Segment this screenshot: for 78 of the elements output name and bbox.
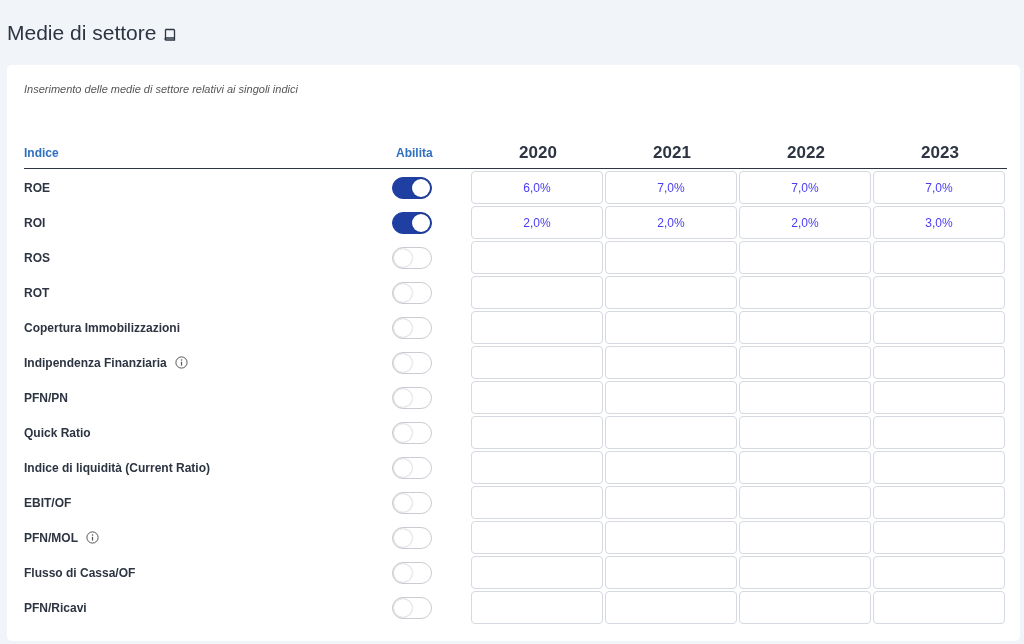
value-input[interactable]: 7,0% [873,171,1005,204]
value-input[interactable] [873,556,1005,589]
value-input[interactable] [471,556,603,589]
value-input[interactable] [739,416,871,449]
value-input[interactable] [739,591,871,624]
index-label: Quick Ratio [24,425,91,440]
year-header: 2022 [787,143,825,163]
index-label: Indice di liquidità (Current Ratio) [24,460,210,475]
index-label: EBIT/OF [24,495,72,510]
value-input[interactable] [739,241,871,274]
value-input[interactable] [873,486,1005,519]
index-label: PFN/Ricavi [24,600,87,615]
toggle-switch[interactable] [392,176,432,199]
value-input[interactable] [873,521,1005,554]
value-input[interactable] [873,241,1005,274]
value-input[interactable]: 7,0% [739,171,871,204]
index-label: ROI [24,215,46,230]
value-input[interactable] [605,486,737,519]
value-input[interactable]: 2,0% [605,206,737,239]
value-input[interactable] [471,346,603,379]
value-input[interactable] [873,451,1005,484]
value-input[interactable] [739,346,871,379]
value-input[interactable] [605,381,737,414]
value-input[interactable] [873,311,1005,344]
value-input[interactable] [739,486,871,519]
value-input[interactable] [605,346,737,379]
value-input[interactable] [605,556,737,589]
year-header: 2023 [921,143,959,163]
value-input[interactable] [471,486,603,519]
value-input[interactable]: 7,0% [605,171,737,204]
column-header: Indice [24,146,59,160]
description-text: Inserimento delle medie di settore relativi ai singoli indici [24,83,299,95]
value-input[interactable] [873,346,1005,379]
value-input[interactable] [605,311,737,344]
value-input[interactable] [471,381,603,414]
value-input[interactable] [873,416,1005,449]
column-header: Abilita [396,146,433,160]
value-input[interactable] [471,591,603,624]
value-input[interactable] [739,311,871,344]
index-label: Indipendenza Finanziaria [24,355,167,370]
value-input[interactable] [471,416,603,449]
info-icon[interactable] [174,356,188,369]
value-input[interactable] [605,276,737,309]
value-input[interactable]: 2,0% [739,206,871,239]
year-header: 2020 [519,143,557,163]
value-input[interactable] [739,276,871,309]
value-input[interactable] [471,311,603,344]
value-input[interactable] [873,381,1005,414]
book-icon[interactable] [164,28,177,42]
index-label: Flusso di Cassa/OF [24,565,136,580]
value-input[interactable]: 6,0% [471,171,603,204]
year-header: 2021 [653,143,691,163]
index-label: ROS [24,250,50,265]
value-input[interactable] [471,521,603,554]
value-input[interactable] [739,556,871,589]
value-input[interactable] [605,521,737,554]
value-input[interactable] [605,241,737,274]
value-input[interactable] [739,451,871,484]
index-label: PFN/MOL [24,530,78,545]
index-label: Copertura Immobilizzazioni [24,320,180,335]
value-input[interactable] [605,416,737,449]
value-input[interactable] [471,451,603,484]
value-input[interactable] [471,241,603,274]
value-input[interactable] [605,591,737,624]
info-icon[interactable] [86,531,99,544]
value-input[interactable]: 3,0% [873,206,1005,239]
value-input[interactable]: 2,0% [471,206,603,239]
value-input[interactable] [739,521,871,554]
value-input[interactable] [873,276,1005,309]
page-title: Medie di settore [7,21,157,45]
index-label: ROT [24,285,50,300]
value-input[interactable] [873,591,1005,624]
value-input[interactable] [605,451,737,484]
index-label: PFN/PN [24,390,68,405]
toggle-switch[interactable] [392,211,432,234]
value-input[interactable] [471,276,603,309]
value-input[interactable] [739,381,871,414]
index-label: ROE [24,180,50,195]
